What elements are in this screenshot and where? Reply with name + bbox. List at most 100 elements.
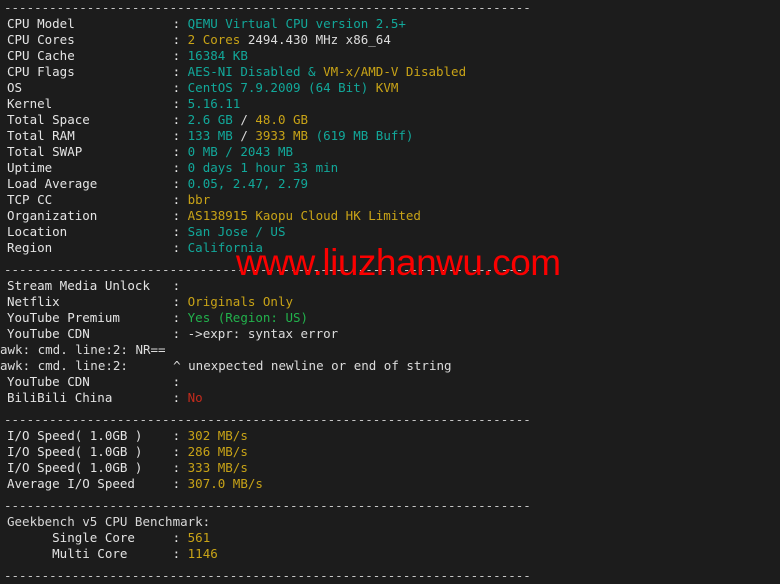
- info-row-colon: :: [172, 428, 188, 443]
- info-row-label: Total RAM: [7, 128, 173, 143]
- info-row-label: Organization: [7, 208, 173, 223]
- info-row-colon: :: [172, 192, 188, 207]
- stream-media-section: Stream Media Unlock : Netflix : Original…: [0, 278, 780, 342]
- info-row: Total RAM : 133 MB / 3933 MB (619 MB Buf…: [0, 128, 780, 144]
- error-line: awk: cmd. line:2: NR==: [0, 342, 166, 357]
- info-row-colon: :: [172, 240, 188, 255]
- info-row-colon: :: [172, 208, 188, 223]
- stream-media-section-after: YouTube CDN : BiliBili China : No: [0, 374, 780, 406]
- info-row-colon: :: [172, 444, 188, 459]
- info-row: YouTube Premium : Yes (Region: US): [0, 310, 780, 326]
- info-row-colon: :: [172, 310, 188, 325]
- info-row-value: AS138915 Kaopu Cloud HK Limited: [187, 208, 421, 223]
- geekbench-title: Geekbench v5 CPU Benchmark:: [7, 514, 211, 529]
- info-row-value: Yes (Region: US): [187, 310, 309, 325]
- info-row: Single Core : 561: [0, 530, 780, 546]
- info-row-label: Stream Media Unlock: [7, 278, 173, 293]
- info-row-colon: :: [172, 546, 188, 561]
- info-row-value: 2 Cores: [187, 32, 241, 47]
- separator-io: ----------------------------------------…: [4, 412, 531, 427]
- info-row-colon: :: [172, 294, 188, 309]
- info-row-value: 302 MB/s: [187, 428, 248, 443]
- info-row-label: I/O Speed( 1.0GB ): [7, 460, 173, 475]
- info-row-value: 0 days 1 hour 33 min: [187, 160, 339, 175]
- info-row-label: CPU Cache: [7, 48, 173, 63]
- info-row: I/O Speed( 1.0GB ) : 333 MB/s: [0, 460, 780, 476]
- info-row-value: 1146: [187, 546, 218, 561]
- info-row: Kernel : 5.16.11: [0, 96, 780, 112]
- info-row-value: 48.0 GB: [255, 112, 309, 127]
- info-row-value: 561: [187, 530, 211, 545]
- info-row: Load Average : 0.05, 2.47, 2.79: [0, 176, 780, 192]
- info-row: CPU Cores : 2 Cores 2494.430 MHz x86_64: [0, 32, 780, 48]
- info-row-label: I/O Speed( 1.0GB ): [7, 428, 173, 443]
- error-line: awk: cmd. line:2: ^ unexpected newline o…: [0, 358, 452, 373]
- info-row: BiliBili China : No: [0, 390, 780, 406]
- separator-top: ----------------------------------------…: [4, 0, 531, 15]
- info-row-value: VM-x/AMD-V Disabled: [323, 64, 467, 79]
- system-info-section: CPU Model : QEMU Virtual CPU version 2.5…: [0, 16, 780, 256]
- info-row: Stream Media Unlock :: [0, 278, 780, 294]
- info-row: Organization : AS138915 Kaopu Cloud HK L…: [0, 208, 780, 224]
- terminal-window: www.liuzhanwu.com ----------------------…: [0, 0, 780, 583]
- info-row-label: YouTube CDN: [7, 326, 173, 341]
- info-row-label: Load Average: [7, 176, 173, 191]
- info-row-value: /: [232, 112, 256, 127]
- info-row-value: 133 MB: [187, 128, 233, 143]
- info-row-value: CentOS 7.9.2009 (64 Bit): [187, 80, 376, 95]
- info-row-label: BiliBili China: [7, 390, 173, 405]
- info-row-label: Average I/O Speed: [7, 476, 173, 491]
- info-row: Uptime : 0 days 1 hour 33 min: [0, 160, 780, 176]
- info-row-value: 2.6 GB: [187, 112, 233, 127]
- info-row-value: 0 MB / 2043 MB: [187, 144, 293, 159]
- info-row: OS : CentOS 7.9.2009 (64 Bit) KVM: [0, 80, 780, 96]
- separator-geekbench: ----------------------------------------…: [4, 498, 531, 513]
- info-row-label: Multi Core: [7, 546, 173, 561]
- info-row-value: 5.16.11: [187, 96, 241, 111]
- info-row-value: QEMU Virtual CPU version 2.5+: [187, 16, 406, 31]
- info-row: Average I/O Speed : 307.0 MB/s: [0, 476, 780, 492]
- info-row-colon: :: [172, 112, 188, 127]
- info-row-colon: :: [172, 278, 188, 293]
- info-row-value: 3933 MB: [255, 128, 309, 143]
- awk-error-section: awk: cmd. line:2: NR== awk: cmd. line:2: …: [0, 342, 780, 374]
- info-row-label: YouTube Premium: [7, 310, 173, 325]
- info-row: CPU Cache : 16384 KB: [0, 48, 780, 64]
- info-row-value: ->expr: syntax error: [187, 326, 339, 341]
- info-row: YouTube CDN :: [0, 374, 780, 390]
- info-row-colon: :: [172, 460, 188, 475]
- info-row-label: Single Core: [7, 530, 173, 545]
- info-row-label: TCP CC: [7, 192, 173, 207]
- info-row: Multi Core : 1146: [0, 546, 780, 562]
- info-row: CPU Flags : AES-NI Disabled & VM-x/AMD-V…: [0, 64, 780, 80]
- info-row-colon: :: [172, 160, 188, 175]
- geekbench-section: Single Core : 561 Multi Core : 1146: [0, 530, 780, 562]
- separator-stream: ----------------------------------------…: [4, 262, 531, 277]
- info-row-value: San Jose / US: [187, 224, 286, 239]
- io-speed-section: I/O Speed( 1.0GB ) : 302 MB/s I/O Speed( …: [0, 428, 780, 492]
- info-row-colon: :: [172, 530, 188, 545]
- info-row-value: 2494.430 MHz x86_64: [240, 32, 391, 47]
- info-row-label: Region: [7, 240, 173, 255]
- info-row-label: Total Space: [7, 112, 173, 127]
- info-row-colon: :: [172, 374, 188, 389]
- info-row-value: California: [187, 240, 263, 255]
- info-row-colon: :: [172, 390, 188, 405]
- info-row-label: I/O Speed( 1.0GB ): [7, 444, 173, 459]
- info-row-colon: :: [172, 80, 188, 95]
- info-row-value: bbr: [187, 192, 211, 207]
- info-row: Location : San Jose / US: [0, 224, 780, 240]
- info-row-colon: :: [172, 48, 188, 63]
- info-row-label: Total SWAP: [7, 144, 173, 159]
- info-row-value: /: [232, 128, 256, 143]
- info-row-colon: :: [172, 64, 188, 79]
- info-row: Total SWAP : 0 MB / 2043 MB: [0, 144, 780, 160]
- info-row: I/O Speed( 1.0GB ) : 286 MB/s: [0, 444, 780, 460]
- info-row: TCP CC : bbr: [0, 192, 780, 208]
- info-row-value: 286 MB/s: [187, 444, 248, 459]
- info-row: Region : California: [0, 240, 780, 256]
- info-row-label: Uptime: [7, 160, 173, 175]
- info-row-colon: :: [172, 224, 188, 239]
- info-row-value: 333 MB/s: [187, 460, 248, 475]
- info-row-value: No: [187, 390, 203, 405]
